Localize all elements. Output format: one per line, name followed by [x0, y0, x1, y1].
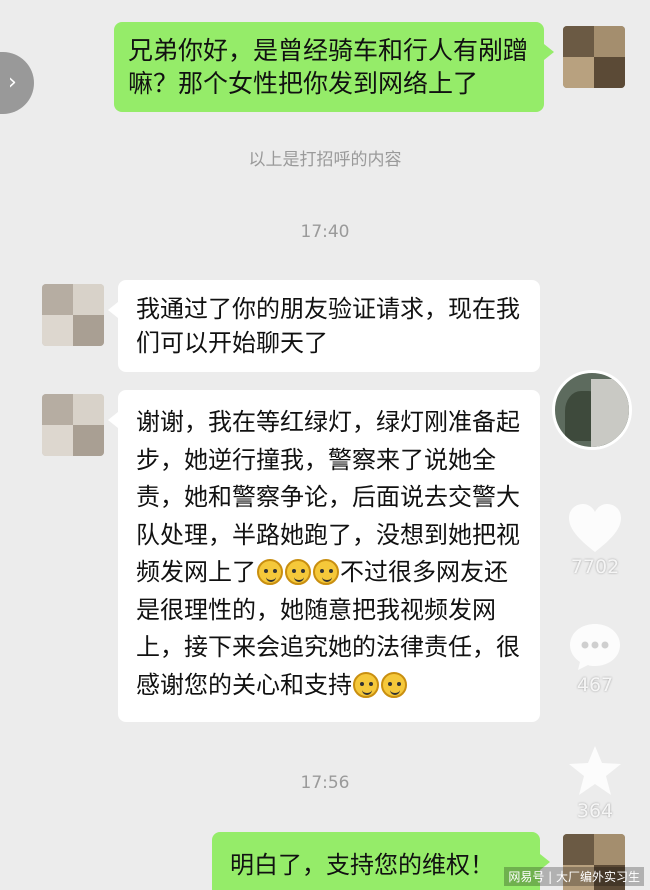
heart-icon: [569, 504, 621, 552]
self-avatar: [563, 26, 625, 88]
message-outgoing-1: 兄弟你好，是曾经骑车和行人有剐蹭嘛？那个女性把你发到网络上了: [114, 22, 554, 112]
timestamp: 17:40: [300, 222, 350, 242]
contact-avatar: [42, 394, 104, 456]
message-incoming-1: 我通过了你的朋友验证请求，现在我们可以开始聊天了: [108, 280, 540, 372]
favorite-control[interactable]: 364: [560, 744, 630, 822]
contact-avatar: [42, 284, 104, 346]
star-icon: [569, 746, 621, 795]
laughing-emoji-icon: [285, 559, 311, 585]
message-text: 明白了，支持您的维权！: [230, 851, 494, 879]
like-count: 7702: [570, 556, 620, 578]
smile-emoji-icon: [353, 671, 379, 698]
greeting-hint: 以上是打招呼的内容: [248, 150, 402, 170]
comment-control[interactable]: 467: [560, 620, 630, 696]
comment-icon: [570, 624, 620, 670]
back-button[interactable]: ›: [0, 52, 34, 114]
like-control[interactable]: 7702: [560, 502, 630, 578]
chat-screenshot: 兄弟你好，是曾经骑车和行人有剐蹭嘛？那个女性把你发到网络上了 以上是打招呼的内容…: [0, 0, 650, 890]
message-text: 兄弟你好，是曾经骑车和行人有剐蹭嘛？那个女性把你发到网络上了: [128, 36, 529, 98]
message-outgoing-2: 明白了，支持您的维权！: [212, 832, 550, 890]
chevron-right-icon: ›: [8, 70, 17, 95]
laughing-emoji-icon: [313, 559, 339, 585]
laughing-emoji-icon: [257, 559, 283, 585]
creator-avatar[interactable]: [552, 370, 632, 450]
watermark: 网易号 | 大厂编外实习生: [504, 867, 644, 886]
message-text: 我通过了你的朋友验证请求，现在我们可以开始聊天了: [136, 295, 520, 357]
timestamp: 17:56: [300, 773, 350, 793]
favorite-count: 364: [576, 800, 614, 822]
smile-emoji-icon: [381, 671, 407, 698]
message-incoming-2: 谢谢，我在等红绿灯，绿灯刚准备起步，她逆行撞我，警察来了说她全责，她和警察争论，…: [108, 390, 540, 722]
comment-count: 467: [576, 674, 614, 696]
